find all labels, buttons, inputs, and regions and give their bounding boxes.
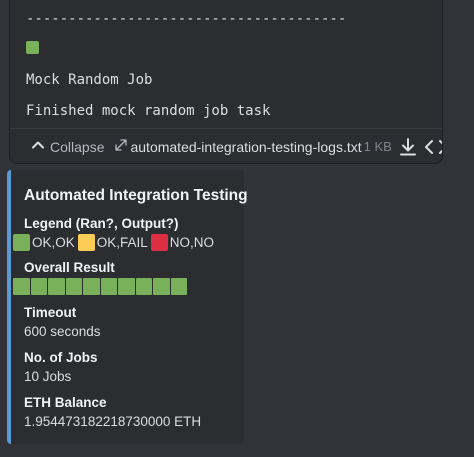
balance-field-name: ETH Balance: [24, 395, 107, 410]
log-separator-line: --------------------------------------: [26, 11, 347, 27]
log-line-job-name: Mock Random Job: [26, 72, 153, 88]
balance-value: 1.954473182218730000 ETH: [24, 414, 202, 429]
result-cell: [135, 278, 152, 295]
timeout-value: 600 seconds: [24, 324, 101, 339]
attachment-toolbar: Collapse automated-integration-testing-l…: [10, 129, 442, 163]
result-cell: [65, 278, 82, 295]
collapse-button[interactable]: Collapse: [30, 137, 104, 156]
status-square-icon: [26, 41, 39, 54]
result-cell: [30, 278, 47, 295]
log-line-job-status: Finished mock random job task: [26, 103, 271, 119]
legend-ok-fail-label: OK,FAIL: [96, 235, 148, 250]
jobs-value: 10 Jobs: [24, 369, 72, 384]
overall-result-bar: [13, 278, 187, 295]
filename-text: automated-integration-testing-logs.txt: [130, 138, 362, 155]
chevron-up-icon: [30, 137, 50, 156]
result-cell: [118, 278, 135, 295]
legend-ok-fail-square-icon: [77, 234, 95, 251]
attachment-filename-link[interactable]: automated-integration-testing-logs.txt: [114, 138, 362, 155]
result-cell: [170, 278, 187, 295]
legend-row: OK,OK OK,FAIL NO,NO: [13, 234, 217, 251]
result-cell: [100, 278, 117, 295]
file-size: 1 KB: [363, 139, 392, 154]
result-cell: [48, 278, 65, 295]
legend-no-no-label: NO,NO: [169, 235, 215, 250]
timeout-field-name: Timeout: [24, 305, 77, 320]
overall-result-field-name: Overall Result: [24, 260, 115, 275]
result-cell: [153, 278, 170, 295]
code-icon[interactable]: [424, 137, 442, 157]
legend-ok-ok-square-icon: [13, 234, 30, 251]
expand-icon: [114, 138, 130, 155]
jobs-field-name: No. of Jobs: [24, 350, 98, 365]
log-attachment: -------------------------------------- M…: [9, 0, 443, 164]
legend-field-name: Legend (Ran?, Output?): [24, 216, 179, 231]
result-cell: [13, 278, 30, 295]
embed-title: Automated Integration Testing: [24, 187, 248, 204]
collapse-label: Collapse: [50, 138, 105, 155]
result-cell: [83, 278, 100, 295]
legend-ok-ok-label: OK,OK: [32, 235, 75, 250]
legend-no-no-square-icon: [150, 234, 168, 251]
test-report-embed: Automated Integration Testing Legend (Ra…: [7, 170, 248, 444]
download-icon[interactable]: [398, 137, 418, 157]
